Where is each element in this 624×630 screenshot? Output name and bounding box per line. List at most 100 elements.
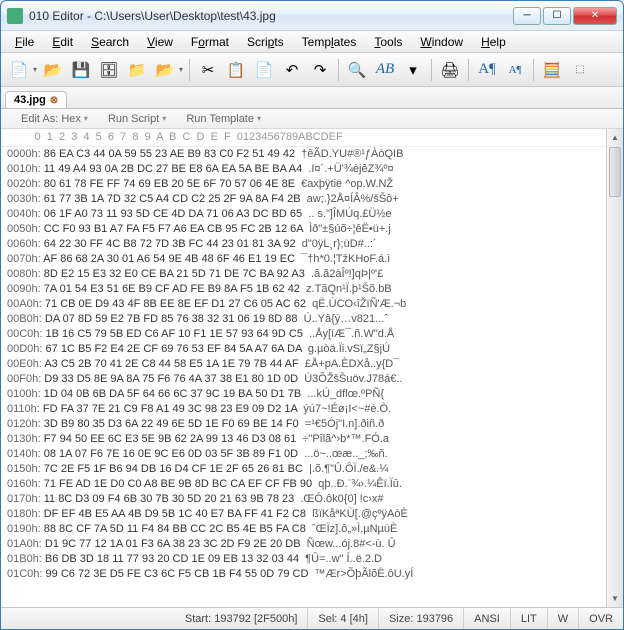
open3-icon[interactable]: 📂 (153, 58, 177, 82)
font-small-icon[interactable]: A¶ (503, 58, 527, 82)
hex-row[interactable]: 0080h: 8D E2 15 E3 32 E0 CE BA 21 5D 71 … (7, 267, 617, 282)
separator (533, 59, 534, 81)
menu-window[interactable]: Window (412, 33, 471, 51)
status-selection: Sel: 4 [4h] (308, 608, 379, 629)
menu-templates[interactable]: Templates (294, 33, 365, 51)
tab-label: 43.jpg (14, 94, 46, 106)
toolbar: 📄▾ 📂 💾 🗄 📁 📂▾ ✂ 📋 📄 ↶ ↷ 🔍 AB ▾ 🖨 A¶ A¶ 🧮… (1, 53, 623, 87)
hex-row[interactable]: 01C0h: 99 C6 72 3E D5 FE C3 6C F5 CB 1B … (7, 567, 617, 582)
hex-row[interactable]: 0110h: FD FA 37 7E 21 C9 F8 A1 49 3C 98 … (7, 402, 617, 417)
hex-row[interactable]: 0160h: 71 FE AD 1E D0 C0 A8 BE 9B 8D BC … (7, 477, 617, 492)
chevron-down-icon: ▾ (84, 114, 88, 123)
hex-row[interactable]: 0170h: 11 8C D3 09 F4 6B 30 7B 30 5D 20 … (7, 492, 617, 507)
status-size: Size: 193796 (379, 608, 464, 629)
menu-edit[interactable]: Edit (44, 33, 81, 51)
main-window: 010 Editor - C:\Users\User\Desktop\test\… (0, 0, 624, 630)
menu-format[interactable]: Format (183, 33, 237, 51)
copy-icon[interactable]: 📋 (224, 58, 248, 82)
print-icon[interactable]: 🖨 (438, 58, 462, 82)
findtext-icon[interactable]: AB (373, 58, 397, 82)
scroll-up-icon[interactable]: ▲ (607, 129, 623, 146)
down-icon[interactable]: ▾ (401, 58, 425, 82)
hex-row[interactable]: 0090h: 7A 01 54 E3 51 6E B9 CF AD FE B9 … (7, 282, 617, 297)
hex-row[interactable]: 0010h: 11 49 A4 93 0A 2B DC 27 BE E8 6A … (7, 162, 617, 177)
hex-row[interactable]: 0190h: 88 8C CF 7A 5D 11 F4 84 BB CC 2C … (7, 522, 617, 537)
hex-row[interactable]: 00E0h: A3 C5 2B 70 41 2E C8 44 58 E5 1A … (7, 357, 617, 372)
hex-row[interactable]: 0180h: DF EF 4B E5 AA 4B D9 5B 1C 40 E7 … (7, 507, 617, 522)
chevron-down-icon: ▾ (257, 114, 261, 123)
hex-row[interactable]: 0030h: 61 77 3B 1A 7D 32 C5 A4 CD C2 25 … (7, 192, 617, 207)
undo-icon[interactable]: ↶ (280, 58, 304, 82)
menu-help[interactable]: Help (473, 33, 514, 51)
paste-icon[interactable]: 📄 (252, 58, 276, 82)
hex-row[interactable]: 00C0h: 1B 16 C5 79 5B ED C6 AF 10 F1 1E … (7, 327, 617, 342)
menu-file[interactable]: File (7, 33, 42, 51)
dropdown-icon[interactable]: ▾ (33, 65, 37, 74)
new-icon[interactable]: 📄 (7, 58, 31, 82)
status-charset[interactable]: ANSI (464, 608, 511, 629)
hex-row[interactable]: 01B0h: B6 DB 3D 18 11 77 93 20 CD 1E 09 … (7, 552, 617, 567)
separator (189, 59, 190, 81)
vertical-scrollbar[interactable]: ▲ ▼ (606, 129, 623, 607)
status-mode1[interactable]: W (548, 608, 579, 629)
hex-editor[interactable]: 0 1 2 3 4 5 6 7 8 9 A B C D E F 01234567… (1, 129, 623, 607)
sub-toolbar: Edit As: Hex▾ Run Script▾ Run Template▾ (1, 109, 623, 129)
maximize-button[interactable]: ☐ (543, 7, 571, 25)
minimize-button[interactable]: ─ (513, 7, 541, 25)
scroll-down-icon[interactable]: ▼ (607, 590, 623, 607)
menu-tools[interactable]: Tools (366, 33, 410, 51)
tabstrip: 43.jpg ⊗ (1, 87, 623, 109)
hex-row[interactable]: 00D0h: 67 1C B5 F2 E4 2E CF 69 76 53 EF … (7, 342, 617, 357)
hex-row[interactable]: 0040h: 06 1F A0 73 11 93 5D CE 4D DA 71 … (7, 207, 617, 222)
dropdown-icon[interactable]: ▾ (179, 65, 183, 74)
save-icon[interactable]: 💾 (69, 58, 93, 82)
hex-column-header: 0 1 2 3 4 5 6 7 8 9 A B C D E F 01234567… (1, 129, 623, 147)
status-mode2[interactable]: OVR (579, 608, 623, 629)
font-large-icon[interactable]: A¶ (475, 58, 499, 82)
close-button[interactable]: ✕ (573, 7, 617, 25)
hex-row[interactable]: 0000h: 86 EA C3 44 0A 59 55 23 AE B9 83 … (7, 147, 617, 162)
hex-row[interactable]: 00B0h: DA 07 8D 59 E2 7B FD 85 76 38 32 … (7, 312, 617, 327)
hex-row[interactable]: 0060h: 64 22 30 FF 4C B8 72 7D 3B FC 44 … (7, 237, 617, 252)
find-icon[interactable]: 🔍 (345, 58, 369, 82)
hex-row[interactable]: 0050h: CC F0 93 B1 A7 FA F5 F7 A6 EA CB … (7, 222, 617, 237)
statusbar: Start: 193792 [2F500h] Sel: 4 [4h] Size:… (1, 607, 623, 629)
menu-scripts[interactable]: Scripts (239, 33, 292, 51)
hex-row[interactable]: 0070h: AF 86 68 2A 30 01 A6 54 9E 4B 48 … (7, 252, 617, 267)
hex-row[interactable]: 00F0h: D9 33 D5 8E 9A 8A 75 F6 76 4A 37 … (7, 372, 617, 387)
menubar: File Edit Search View Format Scripts Tem… (1, 31, 623, 53)
hex-rows[interactable]: 0000h: 86 EA C3 44 0A 59 55 23 AE B9 83 … (1, 147, 623, 582)
titlebar[interactable]: 010 Editor - C:\Users\User\Desktop\test\… (1, 1, 623, 31)
redo-icon[interactable]: ↷ (308, 58, 332, 82)
app-icon (7, 8, 23, 24)
scrollbar-thumb[interactable] (609, 147, 621, 197)
hex-row[interactable]: 00A0h: 71 CB 0E D9 43 4F 8B EE 8E EF D1 … (7, 297, 617, 312)
hex-row[interactable]: 0020h: 80 61 78 FE FF 74 69 EB 20 5E 6F … (7, 177, 617, 192)
file-tab[interactable]: 43.jpg ⊗ (5, 91, 67, 108)
separator (338, 59, 339, 81)
cut-icon[interactable]: ✂ (196, 58, 220, 82)
hex-row[interactable]: 0140h: 08 1A 07 F6 7E 16 0E 9C E6 0D 03 … (7, 447, 617, 462)
open2-icon[interactable]: 📁 (125, 58, 149, 82)
hex-icon[interactable]: ⬚ (568, 58, 592, 82)
chevron-down-icon: ▾ (162, 114, 166, 123)
hex-row[interactable]: 01A0h: D1 9C 77 12 1A 01 F3 6A 38 23 3C … (7, 537, 617, 552)
hex-row[interactable]: 0100h: 1D 04 0B 6B DA 5F 64 66 6C 37 9C … (7, 387, 617, 402)
separator (468, 59, 469, 81)
saveall-icon[interactable]: 🗄 (97, 58, 121, 82)
hex-row[interactable]: 0130h: F7 94 50 EE 6C E3 5E 9B 62 2A 99 … (7, 432, 617, 447)
run-script-dropdown[interactable]: Run Script▾ (108, 113, 166, 125)
separator (431, 59, 432, 81)
menu-view[interactable]: View (139, 33, 181, 51)
run-template-dropdown[interactable]: Run Template▾ (186, 113, 261, 125)
status-endian[interactable]: LIT (511, 608, 548, 629)
edit-as-dropdown[interactable]: Edit As: Hex▾ (21, 113, 88, 125)
hex-row[interactable]: 0150h: 7C 2E F5 1F B6 94 DB 16 D4 CF 1E … (7, 462, 617, 477)
window-title: 010 Editor - C:\Users\User\Desktop\test\… (29, 9, 513, 23)
hex-row[interactable]: 0120h: 3D B9 80 35 D3 6A 22 49 6E 5D 1E … (7, 417, 617, 432)
open-icon[interactable]: 📂 (41, 58, 65, 82)
status-start: Start: 193792 [2F500h] (175, 608, 309, 629)
tab-close-icon[interactable]: ⊗ (50, 95, 58, 106)
menu-search[interactable]: Search (83, 33, 137, 51)
calc-icon[interactable]: 🧮 (540, 58, 564, 82)
